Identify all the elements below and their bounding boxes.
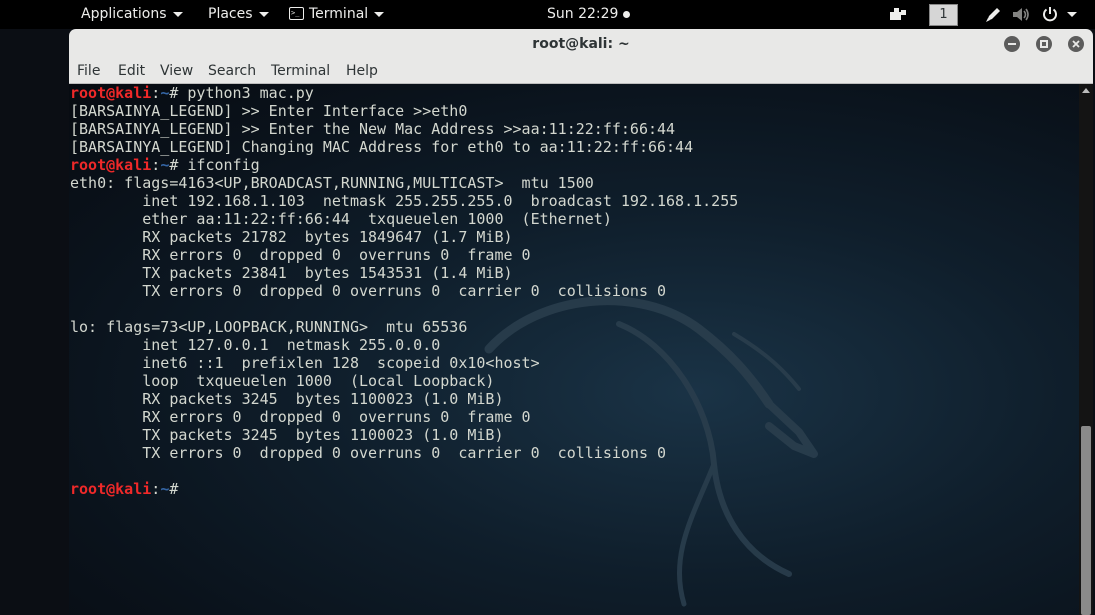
notification-dot-icon xyxy=(623,10,631,18)
output-line: TX packets 23841 bytes 1543531 (1.4 MiB) xyxy=(70,264,513,282)
chevron-down-icon xyxy=(258,11,269,17)
chevron-down-icon xyxy=(374,11,385,17)
output-line: eth0: flags=4163<UP,BROADCAST,RUNNING,MU… xyxy=(70,174,594,192)
output-line: ether aa:11:22:ff:66:44 txqueuelen 1000 … xyxy=(70,210,612,228)
terminal-area[interactable]: root@kali:~# python3 mac.py [BARSAINYA_LE… xyxy=(69,84,1079,615)
prompt-symbol: # xyxy=(169,480,179,498)
output-line: RX errors 0 dropped 0 overruns 0 frame 0 xyxy=(70,408,531,426)
command-text: ifconfig xyxy=(178,156,260,174)
output-line: RX packets 21782 bytes 1849647 (1.7 MiB) xyxy=(70,228,513,246)
output-line: RX errors 0 dropped 0 overruns 0 frame 0 xyxy=(70,246,531,264)
output-line: loop txqueuelen 1000 (Local Loopback) xyxy=(70,372,495,390)
maximize-button[interactable] xyxy=(1036,36,1052,52)
output-line: [BARSAINYA_LEGEND] Changing MAC Address … xyxy=(70,138,694,156)
places-menu[interactable]: Places xyxy=(208,0,269,29)
output-line: inet 127.0.0.1 netmask 255.0.0.0 xyxy=(70,336,441,354)
scrollbar[interactable] xyxy=(1079,84,1093,615)
menu-terminal[interactable]: Terminal xyxy=(271,60,330,83)
prompt-line: root@kali:~# xyxy=(70,480,738,498)
prompt-separator: : xyxy=(151,480,161,498)
output-line: RX packets 3245 bytes 1100023 (1.0 MiB) xyxy=(70,390,504,408)
prompt-user: root@kali xyxy=(70,156,152,174)
minimize-icon xyxy=(1008,43,1016,45)
pen-icon[interactable] xyxy=(985,6,1002,23)
output-line: inet6 ::1 prefixlen 128 scopeid 0x10<hos… xyxy=(70,354,540,372)
prompt-user: root@kali xyxy=(70,84,152,102)
menu-view[interactable]: View xyxy=(160,60,193,83)
menu-file[interactable]: File xyxy=(77,60,100,83)
menu-search[interactable]: Search xyxy=(208,60,256,83)
applications-menu[interactable]: Applications xyxy=(81,0,183,29)
menu-bar: File Edit View Search Terminal Help xyxy=(69,60,1093,84)
terminal-app-label: Terminal xyxy=(309,6,369,22)
menu-edit[interactable]: Edit xyxy=(118,60,145,83)
scroll-up-icon[interactable] xyxy=(1082,88,1090,93)
menu-help[interactable]: Help xyxy=(346,60,378,83)
window-title: root@kali: ~ xyxy=(532,36,630,52)
prompt-directory: ~ xyxy=(160,156,170,174)
output-line: TX packets 3245 bytes 1100023 (1.0 MiB) xyxy=(70,426,504,444)
close-icon xyxy=(1072,40,1080,48)
output-line: TX errors 0 dropped 0 overruns 0 carrier… xyxy=(70,444,667,462)
output-line: [BARSAINYA_LEGEND] >> Enter the New Mac … xyxy=(70,120,676,138)
prompt-directory: ~ xyxy=(160,480,170,498)
scrollbar-thumb[interactable] xyxy=(1081,426,1091,615)
applications-label: Applications xyxy=(81,6,167,22)
title-bar[interactable]: root@kali: ~ xyxy=(69,29,1093,60)
command-text: python3 mac.py xyxy=(178,84,314,102)
output-line: TX errors 0 dropped 0 overruns 0 carrier… xyxy=(70,282,667,300)
output-line: inet 192.168.1.103 netmask 255.255.255.0… xyxy=(70,192,739,210)
power-icon[interactable] xyxy=(1042,6,1058,22)
workspace-indicator[interactable]: 1 xyxy=(929,4,958,26)
prompt-separator: : xyxy=(151,84,161,102)
volume-icon[interactable] xyxy=(1012,7,1030,22)
output-line: [BARSAINYA_LEGEND] >> Enter Interface >>… xyxy=(70,102,468,120)
terminal-window: root@kali: ~ File Edit View Search Termi… xyxy=(69,29,1093,615)
terminal-output: root@kali:~# python3 mac.py [BARSAINYA_LE… xyxy=(70,84,738,498)
minimize-button[interactable] xyxy=(1004,36,1020,52)
workspaces-icon[interactable] xyxy=(889,7,907,21)
prompt-line: root@kali:~# python3 mac.py xyxy=(70,84,738,102)
close-button[interactable] xyxy=(1068,36,1084,52)
terminal-app-menu[interactable]: >_ Terminal xyxy=(289,0,385,29)
clock-label: Sun 22:29 xyxy=(547,6,619,22)
chevron-down-icon xyxy=(172,11,183,17)
maximize-icon xyxy=(1040,40,1048,48)
prompt-line: root@kali:~# ifconfig xyxy=(70,156,738,174)
top-bar: Applications Places >_ Terminal Sun 22:29… xyxy=(0,0,1095,29)
places-label: Places xyxy=(208,6,253,22)
prompt-user: root@kali xyxy=(70,480,152,498)
prompt-directory: ~ xyxy=(160,84,170,102)
chevron-down-icon[interactable] xyxy=(1067,12,1077,17)
terminal-icon: >_ xyxy=(289,6,304,20)
workspace-number: 1 xyxy=(939,7,948,22)
clock[interactable]: Sun 22:29 xyxy=(547,0,631,29)
output-line: lo: flags=73<UP,LOOPBACK,RUNNING> mtu 65… xyxy=(70,318,468,336)
prompt-separator: : xyxy=(151,156,161,174)
